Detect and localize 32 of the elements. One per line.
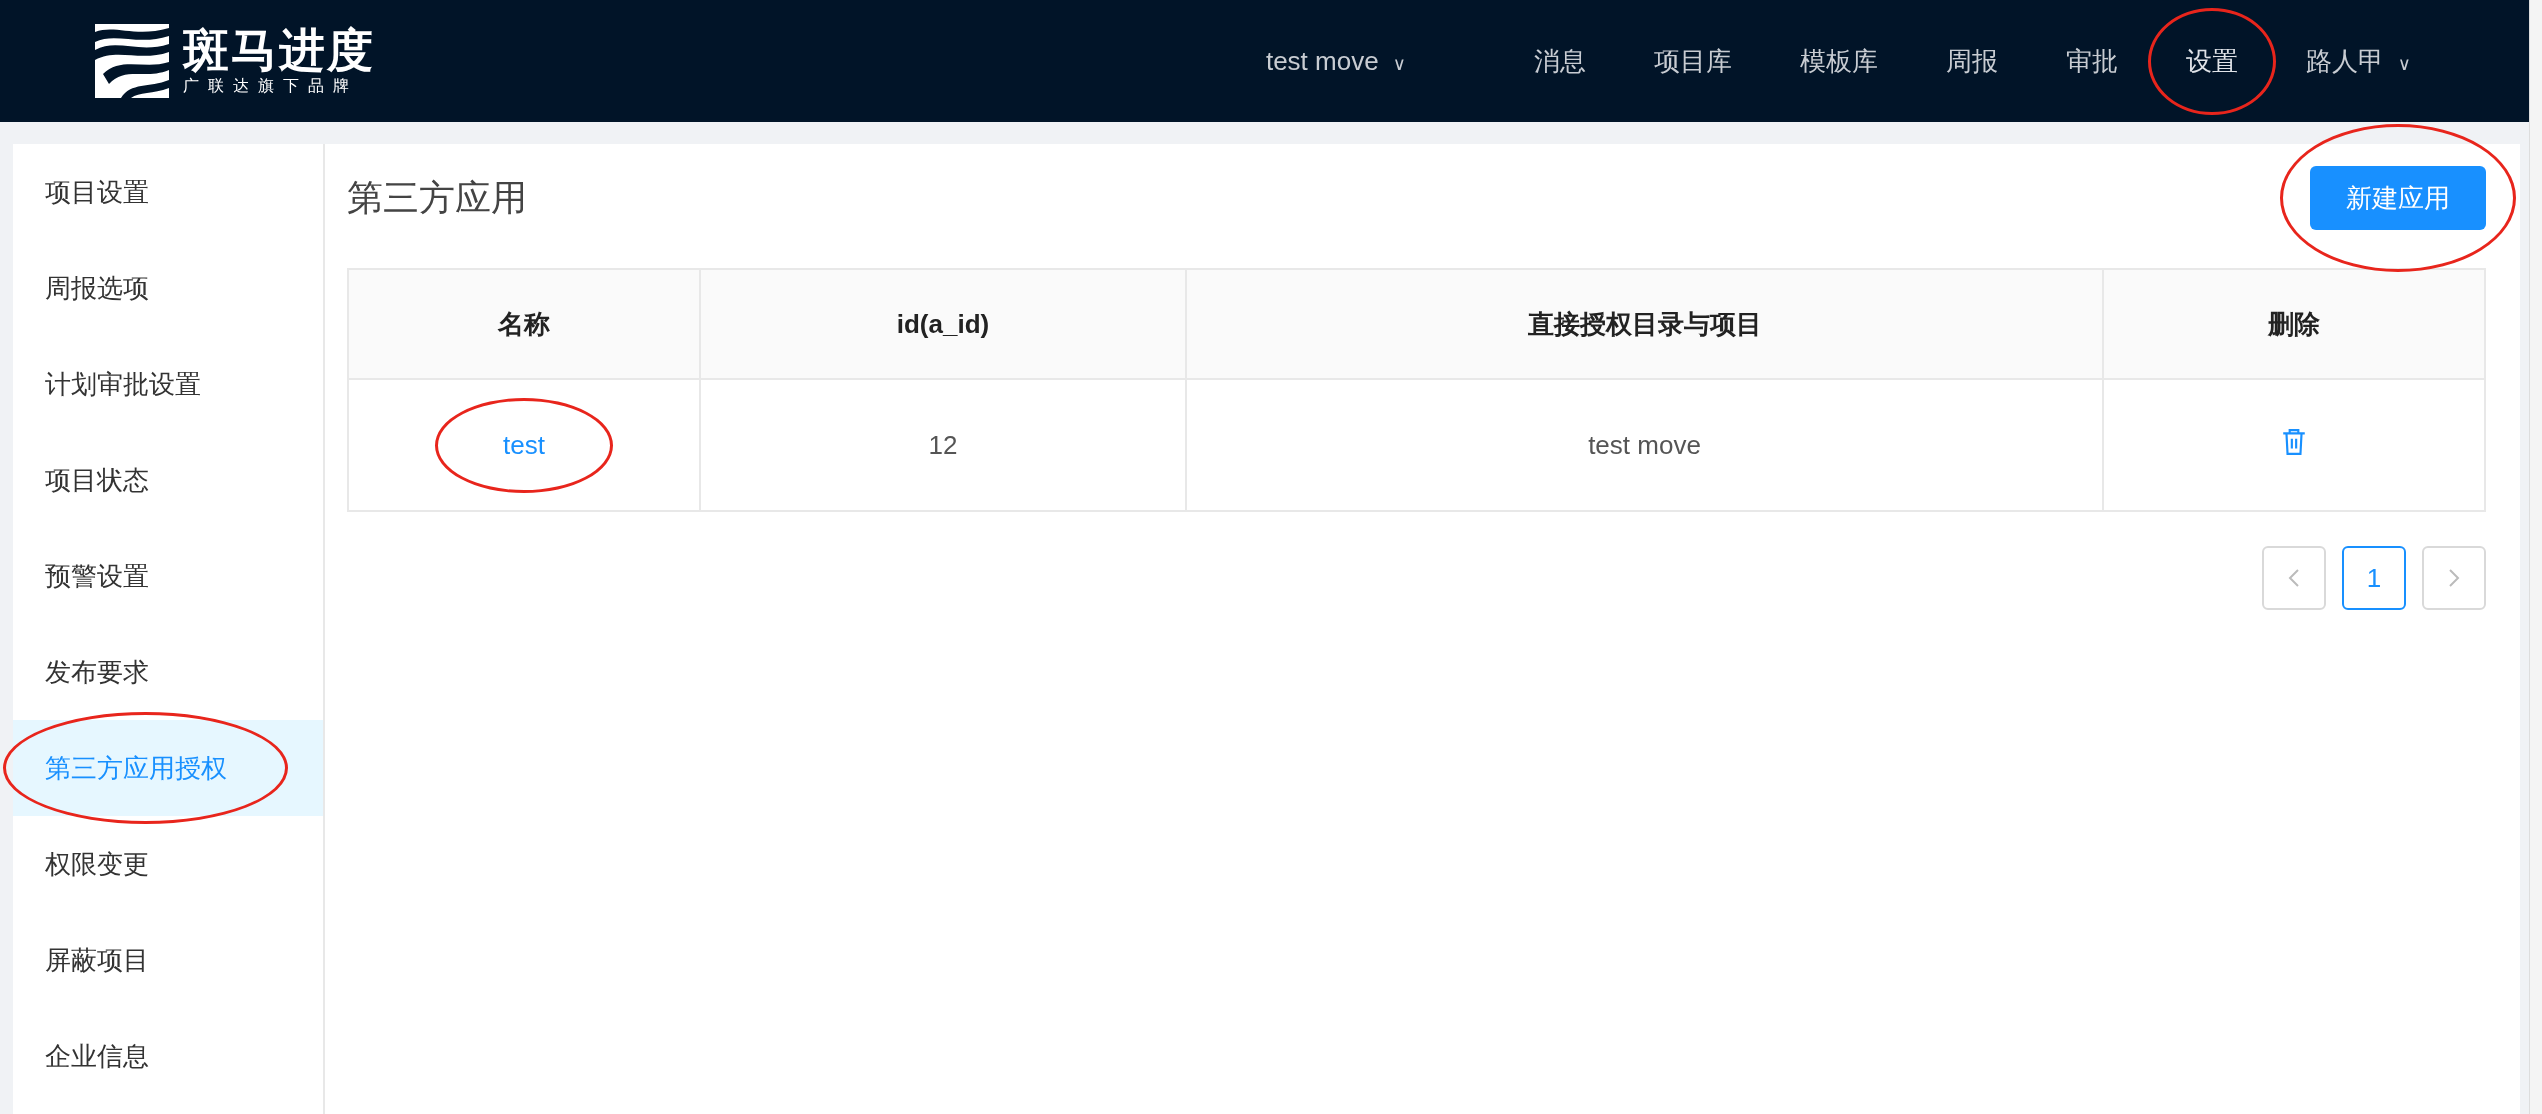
- logo-name: 斑马进度: [183, 25, 375, 76]
- sidebar-item[interactable]: 屏蔽项目: [13, 912, 323, 1008]
- nav-item[interactable]: 周报: [1911, 43, 2032, 79]
- column-header: id(a_id): [700, 269, 1186, 379]
- sidebar-item[interactable]: 权限变更: [13, 816, 323, 912]
- page-title: 第三方应用: [347, 175, 527, 220]
- column-header: 直接授权目录与项目: [1186, 269, 2103, 379]
- sidebar-item[interactable]: 项目状态: [13, 432, 323, 528]
- delete-icon[interactable]: [2281, 427, 2307, 456]
- sidebar-item[interactable]: 项目设置: [13, 144, 323, 240]
- sidebar-item[interactable]: 计划审批设置: [13, 336, 323, 432]
- nav-item[interactable]: 模板库: [1765, 43, 1912, 79]
- sidebar-item[interactable]: 发布要求: [13, 624, 323, 720]
- user-menu[interactable]: 路人甲 ∨: [2271, 43, 2445, 79]
- previous-page-button[interactable]: [2262, 546, 2326, 610]
- chevron-left-icon: [2288, 568, 2300, 588]
- column-header: 删除: [2103, 269, 2485, 379]
- sidebar-item[interactable]: 企业信息: [13, 1008, 323, 1104]
- logo-tagline: 广联达旗下品牌: [183, 75, 359, 96]
- nav-item[interactable]: 项目库: [1619, 43, 1766, 79]
- sidebar-item[interactable]: 预警设置: [13, 528, 323, 624]
- column-header: 名称: [348, 269, 700, 379]
- next-page-button[interactable]: [2422, 546, 2486, 610]
- table-cell: test move: [1186, 379, 2103, 511]
- zebra-stripes-icon: [95, 24, 169, 98]
- sidebar-item[interactable]: 周报选项: [13, 240, 323, 336]
- table-cell: 12: [700, 379, 1186, 511]
- chevron-right-icon: [2448, 568, 2460, 588]
- nav-item[interactable]: 消息: [1499, 43, 1620, 79]
- project-switcher[interactable]: test move ∨: [1231, 45, 1440, 77]
- nav-item[interactable]: 设置: [2151, 43, 2272, 79]
- nav-item[interactable]: 审批: [2031, 43, 2152, 79]
